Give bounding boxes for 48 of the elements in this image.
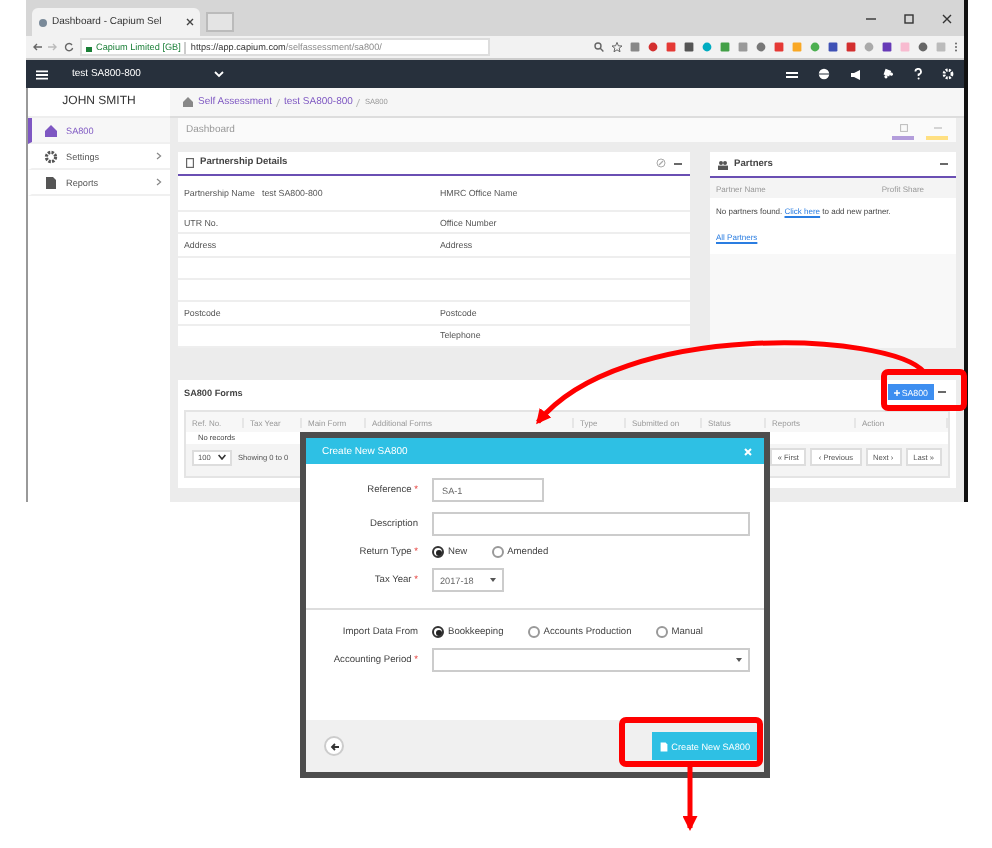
maximize-icon[interactable] (904, 13, 914, 23)
megaphone-icon[interactable] (850, 69, 862, 79)
people-icon (718, 159, 728, 169)
plus-icon (893, 389, 900, 395)
document-icon (186, 158, 194, 169)
gear-icon (44, 149, 58, 163)
close-icon[interactable] (942, 13, 952, 23)
view-button[interactable] (892, 121, 914, 139)
minus-icon (938, 390, 946, 394)
chevron-down-icon[interactable] (214, 70, 224, 78)
radio-button[interactable] (527, 626, 540, 638)
description-field[interactable] (432, 512, 750, 536)
page-icon (38, 17, 48, 27)
back-button[interactable] (324, 736, 344, 756)
help-icon[interactable] (914, 68, 922, 80)
minus-icon[interactable] (674, 161, 682, 166)
minus-icon (933, 126, 941, 130)
radio-button[interactable] (432, 626, 444, 638)
separator-icon (275, 97, 280, 107)
lock-icon (86, 43, 92, 51)
highlight-box (881, 369, 967, 411)
settings-icon[interactable] (942, 68, 954, 80)
chevron-down-icon (218, 454, 226, 460)
swap-icon[interactable] (786, 69, 798, 79)
arrow (682, 764, 698, 831)
globe-icon[interactable] (818, 68, 830, 80)
minimize-icon[interactable] (866, 13, 876, 23)
reload-icon[interactable] (64, 42, 74, 52)
minus-icon[interactable] (940, 162, 948, 166)
caret-icon (490, 578, 496, 582)
zoom-icon[interactable] (594, 42, 604, 52)
radio-button[interactable] (491, 546, 504, 558)
separator-icon (356, 97, 361, 107)
arrow-left-icon (329, 741, 339, 751)
caret-icon (736, 658, 742, 662)
home-icon (44, 123, 58, 137)
copy-icon (899, 124, 907, 132)
radio-button[interactable] (655, 626, 668, 638)
document-icon (659, 741, 668, 751)
back-icon[interactable] (32, 42, 42, 52)
home-icon (182, 96, 194, 108)
close-icon[interactable] (186, 18, 194, 26)
edit-icon[interactable] (656, 158, 666, 169)
highlight-box (619, 717, 763, 767)
radio-button[interactable] (432, 546, 444, 558)
menu-icon[interactable] (36, 69, 48, 79)
file-icon (44, 175, 58, 189)
star-icon[interactable] (612, 42, 622, 52)
